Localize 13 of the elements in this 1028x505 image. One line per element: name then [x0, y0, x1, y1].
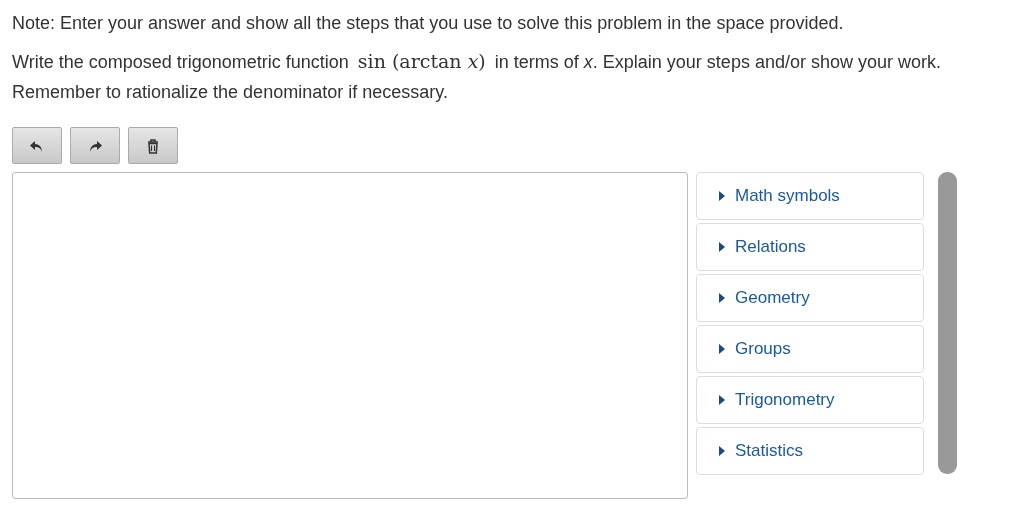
note-text: Note: Enter your answer and show all the steps that you use to solve this problem in the space provided. — [12, 12, 845, 35]
question-text: Write the composed trigonometric function sin (arctan x) in terms of x. Explain your steps and/or show your work. Remember to rationalize the denominator if necessary. — [12, 49, 942, 104]
palette-section[interactable]: Relations — [696, 223, 924, 271]
trash-icon — [145, 137, 161, 154]
undo-button[interactable] — [12, 127, 62, 164]
palette-section[interactable]: Geometry — [696, 274, 924, 322]
palette-section[interactable]: Groups — [696, 325, 924, 373]
redo-button[interactable] — [70, 127, 120, 164]
palette-section[interactable]: Math symbols — [696, 172, 924, 220]
clear-button[interactable] — [128, 127, 178, 164]
palette-section[interactable]: Trigonometry — [696, 376, 924, 424]
palette-section[interactable]: Statistics — [696, 427, 924, 475]
scrollbar-thumb[interactable] — [938, 172, 957, 474]
